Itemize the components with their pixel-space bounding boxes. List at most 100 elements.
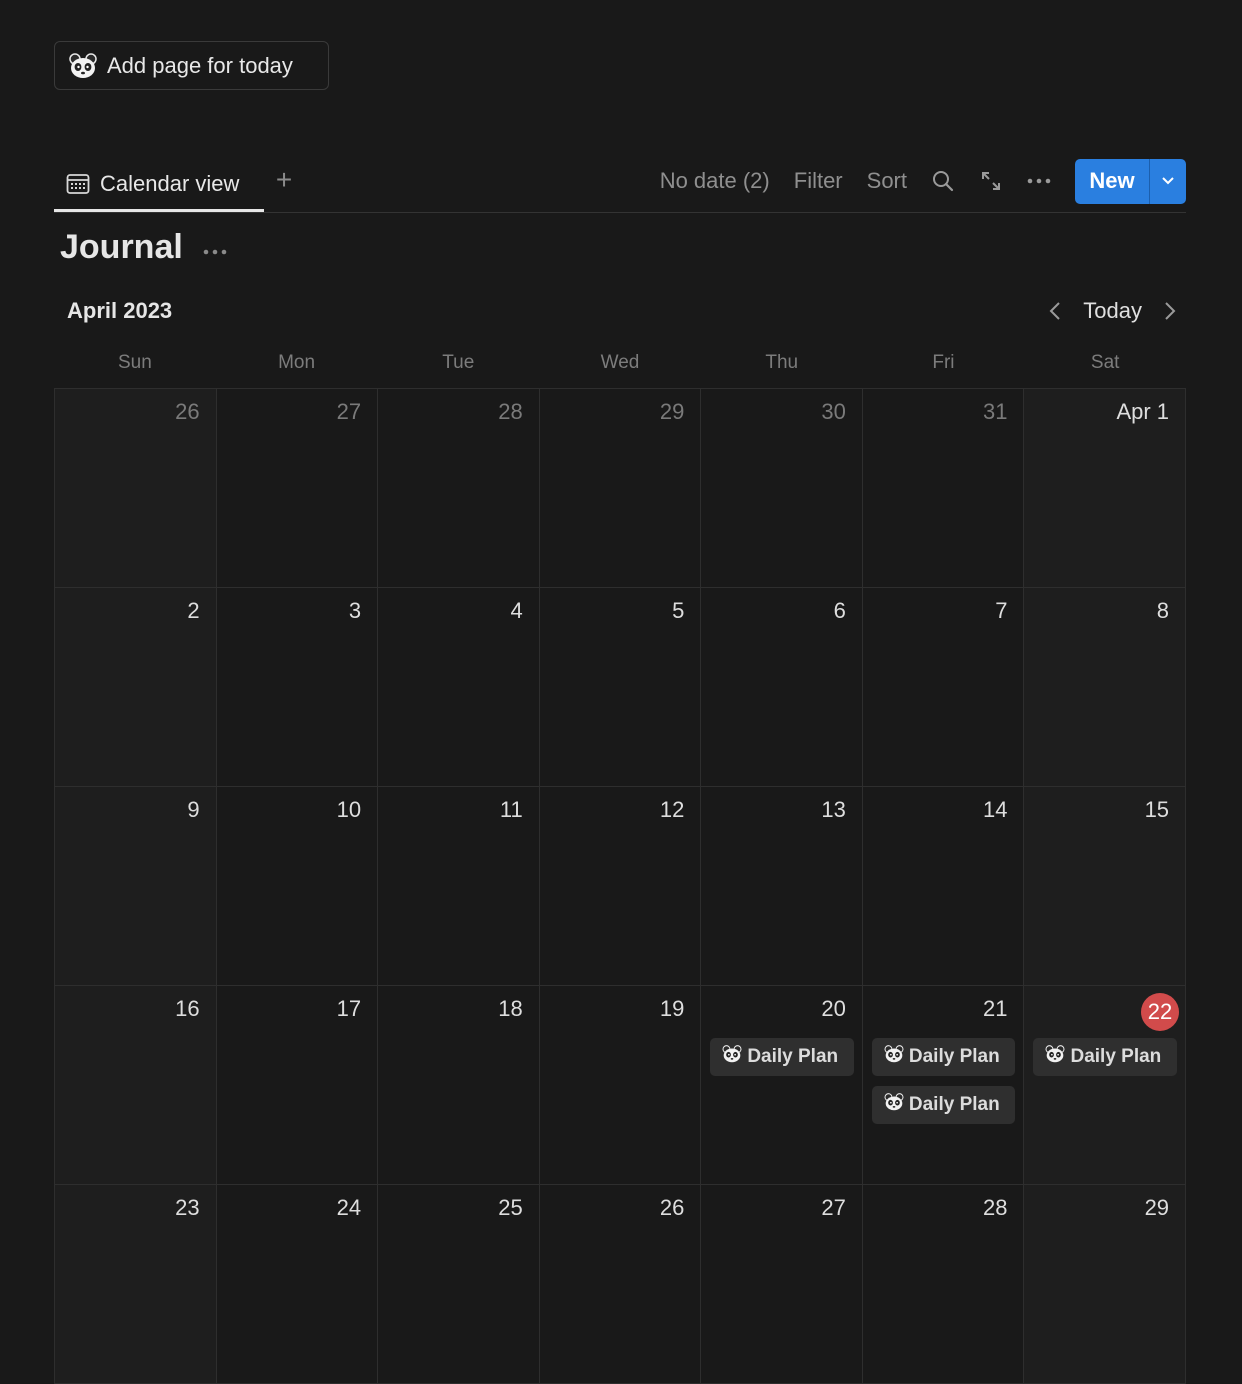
calendar-day-cell[interactable]: 22 Daily Plan	[1023, 986, 1187, 1184]
day-number: 29	[659, 399, 685, 424]
calendar-day-cell[interactable]: 6	[700, 588, 862, 786]
day-number: 4	[510, 598, 523, 623]
event-card-label: Daily Plan	[908, 1046, 1000, 1067]
day-number: 8	[1156, 598, 1170, 623]
day-number: 21	[982, 996, 1008, 1021]
add-page-for-today-button[interactable]: Add page for today	[54, 41, 329, 90]
calendar-week-row: 16 17 18 19 20 Daily Plan 21 Daily Plan Daily Pl…	[54, 986, 1187, 1185]
next-month-chevron-right-icon[interactable]	[1158, 296, 1182, 326]
sort-button[interactable]: Sort	[867, 168, 907, 194]
day-number: 25	[498, 1195, 523, 1220]
day-number: 30	[821, 399, 846, 424]
calendar-day-cell[interactable]: 26	[538, 1185, 701, 1383]
calendar-day-cell[interactable]: 10	[215, 787, 378, 985]
calendar-day-cell[interactable]: 25	[377, 1185, 539, 1383]
calendar-day-cell[interactable]: 11	[377, 787, 539, 985]
weekday-sat: Sat	[1090, 352, 1120, 373]
expand-icon[interactable]	[979, 169, 1003, 193]
calendar-day-cell[interactable]: 4	[377, 588, 539, 786]
calendar-day-cell[interactable]: 21 Daily Plan Daily Plan	[861, 986, 1024, 1184]
day-number: 27	[821, 1195, 846, 1220]
day-number: 9	[187, 797, 200, 822]
filter-button[interactable]: Filter	[794, 168, 843, 194]
day-number: 5	[672, 598, 685, 623]
today-button[interactable]: Today	[1083, 298, 1142, 324]
calendar-week-row: 23 24 25 26 27 28 29	[54, 1185, 1187, 1384]
calendar-day-cell[interactable]: 18	[377, 986, 539, 1184]
calendar-day-cell[interactable]: 3	[215, 588, 378, 786]
add-view-plus-icon[interactable]: +	[272, 166, 296, 194]
previous-month-chevron-left-icon[interactable]	[1043, 296, 1067, 326]
calendar-day-cell[interactable]: Apr 1	[1023, 389, 1187, 587]
day-number: 19	[659, 996, 685, 1021]
new-button[interactable]: New	[1075, 159, 1149, 204]
event-card-daily-plan[interactable]: Daily Plan	[871, 1038, 1016, 1076]
calendar-day-cell[interactable]: 9	[54, 787, 216, 985]
day-number: 31	[982, 399, 1008, 424]
add-page-label: Add page for today	[107, 52, 293, 78]
day-number: 26	[659, 1195, 685, 1220]
no-date-button[interactable]: No date (2)	[660, 168, 770, 194]
view-tabs-bar: Calendar view + No date (2) Filter Sort …	[54, 158, 1186, 213]
day-number: 17	[336, 996, 362, 1021]
calendar-day-cell[interactable]: 23	[54, 1185, 216, 1383]
weekday-fri: Fri	[932, 352, 955, 373]
calendar-day-cell[interactable]: 27	[700, 1185, 862, 1383]
day-number: 23	[175, 1195, 200, 1220]
day-number: 16	[175, 996, 200, 1021]
calendar-day-cell[interactable]: 7	[861, 588, 1024, 786]
calendar-day-cell[interactable]: 31	[861, 389, 1024, 587]
calendar-day-cell[interactable]: 29	[1023, 1185, 1187, 1383]
event-card-label: Daily Plan	[1070, 1046, 1162, 1067]
event-card-label: Daily Plan	[747, 1046, 839, 1067]
calendar-day-cell[interactable]: 16	[54, 986, 216, 1184]
calendar-day-cell[interactable]: 30	[700, 389, 862, 587]
title-more-icon[interactable]	[202, 245, 230, 259]
calendar-day-cell[interactable]: 15	[1023, 787, 1187, 985]
calendar-day-cell[interactable]: 28	[377, 389, 539, 587]
calendar-day-cell[interactable]: 28	[861, 1185, 1024, 1383]
database-title[interactable]: Journal	[60, 228, 183, 267]
panda-icon	[884, 1093, 904, 1117]
more-options-icon[interactable]	[1027, 169, 1051, 193]
day-number: 7	[995, 598, 1008, 623]
calendar-day-cell[interactable]: 8	[1023, 588, 1187, 786]
day-number: 11	[499, 797, 523, 822]
calendar-day-cell[interactable]: 29	[538, 389, 701, 587]
tab-calendar-view[interactable]: Calendar view	[54, 158, 264, 212]
calendar-day-cell[interactable]: 17	[215, 986, 378, 1184]
weekday-tue: Tue	[442, 352, 475, 373]
weekday-sun: Sun	[117, 352, 152, 373]
calendar-day-cell[interactable]: 14	[861, 787, 1024, 985]
day-number: 20	[821, 996, 846, 1021]
event-card-daily-plan[interactable]: Daily Plan	[1033, 1038, 1178, 1076]
calendar-week-row: 9 10 11 12 13 14 15	[54, 787, 1187, 986]
day-number: 6	[833, 598, 846, 623]
calendar-day-cell[interactable]: 12	[538, 787, 701, 985]
calendar-day-cell[interactable]: 13	[700, 787, 862, 985]
event-card-daily-plan[interactable]: Daily Plan	[710, 1038, 854, 1076]
day-number: Apr 1	[1116, 399, 1170, 424]
calendar-day-cell[interactable]: 19	[538, 986, 701, 1184]
day-number: 13	[821, 797, 846, 822]
day-number: 10	[336, 797, 362, 822]
day-number: 15	[1144, 797, 1170, 822]
calendar-day-cell[interactable]: 20 Daily Plan	[700, 986, 862, 1184]
panda-icon	[884, 1045, 904, 1069]
month-navigation: Today	[1043, 296, 1182, 326]
today-date-badge: 22	[1141, 993, 1180, 1031]
calendar-day-cell[interactable]: 24	[215, 1185, 378, 1383]
calendar-day-cell[interactable]: 5	[538, 588, 701, 786]
new-dropdown-button[interactable]	[1149, 158, 1186, 204]
day-number: 28	[982, 1195, 1008, 1220]
calendar-day-cell[interactable]: 26	[54, 389, 216, 587]
calendar-day-cell[interactable]: 2	[54, 588, 216, 786]
day-number: 3	[348, 598, 362, 623]
event-card-daily-plan[interactable]: Daily Plan	[871, 1086, 1016, 1124]
panda-icon	[1045, 1045, 1065, 1069]
calendar-week-row: 2 3 4 5 6 7 8	[54, 588, 1187, 787]
calendar-week-row: 26 27 28 29 30 31 Apr 1	[54, 389, 1187, 588]
calendar-day-cell[interactable]: 27	[215, 389, 378, 587]
new-button-group: New	[1075, 158, 1186, 204]
search-icon[interactable]	[931, 169, 955, 193]
